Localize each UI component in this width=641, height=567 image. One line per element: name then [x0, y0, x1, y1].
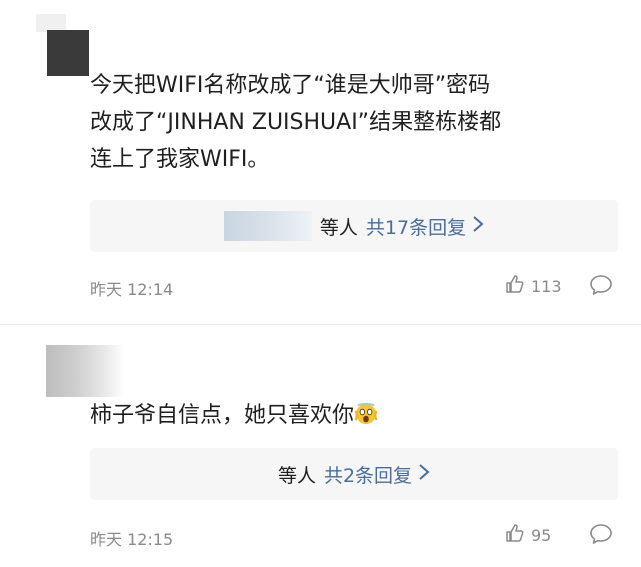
screaming-face-emoji: [354, 401, 378, 425]
like-button[interactable]: 113: [505, 274, 562, 298]
reply-count[interactable]: 共2条回复: [324, 461, 412, 488]
replier-name-blur: [223, 211, 312, 241]
comment-item: 柿子爷自信点，她只喜欢你 等人 共2条回复 昨天 12:15 95: [0, 325, 641, 567]
chevron-right-icon: [472, 215, 484, 238]
avatar[interactable]: [46, 345, 124, 397]
like-count: 113: [531, 276, 562, 296]
thumbs-up-icon: [505, 274, 531, 298]
comment-text-line: 今天把WIFI名称改成了“谁是大帅哥”密码: [90, 73, 491, 98]
like-count: 95: [531, 525, 552, 545]
avatar[interactable]: [47, 30, 89, 76]
replies-button[interactable]: 等人 共2条回复: [90, 448, 618, 500]
comment-item: 今天把WIFI名称改成了“谁是大帅哥”密码 改成了“JINHAN ZUISHUA…: [0, 0, 641, 324]
like-button[interactable]: 95: [505, 523, 551, 547]
comment-time: 昨天 12:15: [90, 530, 174, 549]
reply-who: 等人: [319, 216, 358, 239]
thumbs-up-icon: [505, 523, 531, 547]
chevron-right-icon: [418, 463, 430, 486]
reply-who: 等人: [277, 464, 316, 487]
comment-text-line: 柿子爷自信点，她只喜欢你: [90, 403, 355, 428]
comment-text-line: 改成了“JINHAN ZUISHUAI”结果整栋楼都: [90, 110, 502, 135]
speech-bubble-icon: [589, 524, 613, 549]
comment-text-line: 连上了我家WIFI。: [90, 147, 270, 172]
comment-text: 柿子爷自信点，她只喜欢你: [90, 397, 610, 434]
comment-text: 今天把WIFI名称改成了“谁是大帅哥”密码 改成了“JINHAN ZUISHUA…: [90, 67, 625, 178]
comment-time: 昨天 12:14: [90, 280, 174, 299]
speech-bubble-icon: [589, 275, 613, 300]
replies-button[interactable]: 等人 共17条回复: [90, 200, 618, 252]
reply-count[interactable]: 共17条回复: [366, 213, 466, 240]
reply-button[interactable]: [589, 274, 613, 300]
reply-button[interactable]: [589, 523, 613, 549]
